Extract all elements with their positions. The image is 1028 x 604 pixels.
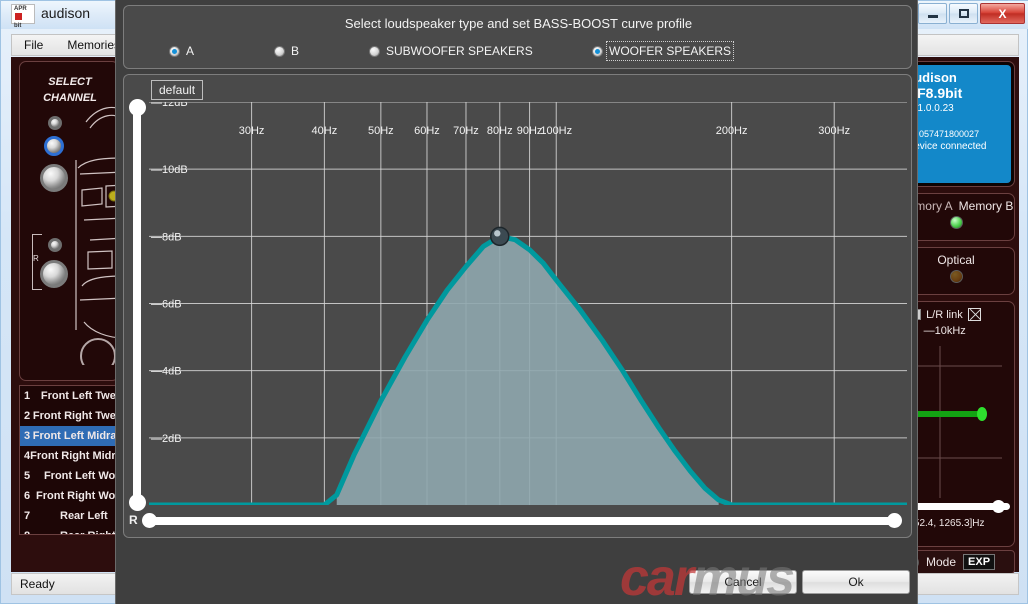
radio-option-b[interactable]: B — [274, 44, 299, 58]
channel-number: 2 — [24, 410, 31, 422]
gain-vertical-slider[interactable] — [128, 99, 148, 511]
exp-button[interactable]: EXP — [963, 554, 996, 570]
frequency-slider-track — [148, 517, 898, 525]
speaker-type-radio-group: A B SUBWOOFER SPEAKERS WOOFER SPEAKERS — [124, 41, 913, 66]
svg-text:80Hz: 80Hz — [487, 125, 513, 137]
frequency-slider-knob-left[interactable] — [142, 513, 157, 528]
svg-text:40Hz: 40Hz — [312, 125, 338, 137]
channel-number: 3 — [24, 430, 31, 442]
device-status: Device connected — [907, 141, 987, 152]
bass-boost-dialog: Select loudspeaker type and set BASS-BOO… — [115, 0, 918, 604]
cancel-button[interactable]: Cancel — [689, 570, 797, 594]
radio-icon[interactable] — [169, 45, 180, 57]
channel-knob-rear[interactable] — [48, 238, 62, 252]
maximize-button[interactable] — [949, 3, 978, 24]
radio-label: SUBWOOFER SPEAKERS — [386, 44, 533, 58]
gain-slider-knob-bottom[interactable] — [129, 494, 146, 511]
radio-label: B — [291, 44, 300, 58]
frequency-slider-label: R — [129, 513, 138, 527]
crossover-graph[interactable] — [902, 346, 1012, 498]
close-button[interactable]: X — [980, 3, 1025, 24]
default-button[interactable]: default — [151, 80, 204, 100]
channel-group-label: R — [33, 254, 39, 263]
channel-knob-midrange-selected[interactable] — [44, 136, 64, 156]
svg-text:30Hz: 30Hz — [239, 125, 265, 137]
frequency-horizontal-slider[interactable] — [142, 513, 904, 528]
curve-editor-panel: default —2dB —4dB —6dB —8dB —10dB —12dB 30Hz 40… — [123, 74, 912, 538]
window-title: audison — [41, 5, 91, 21]
svg-text:—8dB: —8dB — [151, 231, 182, 243]
bass-boost-chart[interactable]: —2dB —4dB —6dB —8dB —10dB —12dB 30Hz 40Hz 50Hz 60… — [149, 102, 907, 505]
window-controls: X — [918, 3, 1025, 24]
crossover-slider[interactable] — [904, 500, 1010, 513]
dialog-header: Select loudspeaker type and set BASS-BOO… — [123, 5, 912, 69]
crossover-slider-knob[interactable] — [992, 500, 1005, 513]
select-channel-line1: SELECT — [48, 76, 92, 88]
radio-icon[interactable] — [274, 45, 285, 57]
select-channel-panel: SELECT CHANNEL R — [19, 61, 125, 381]
channel-name: Rear Left — [60, 510, 108, 522]
radio-label: WOOFER SPEAKERS — [605, 41, 735, 61]
svg-text:—10dB: —10dB — [151, 164, 188, 176]
dialog-footer: Cancel Ok — [123, 570, 912, 596]
channel-number: 1 — [24, 390, 31, 402]
svg-text:200Hz: 200Hz — [716, 125, 748, 137]
svg-text:300Hz: 300Hz — [818, 125, 850, 137]
svg-text:100Hz: 100Hz — [540, 125, 572, 137]
memory-led-indicator — [949, 216, 963, 229]
channel-number: 5 — [24, 470, 31, 482]
gain-slider-track — [133, 105, 141, 503]
app-logo-icon: APR bit — [11, 4, 35, 29]
svg-text:—6dB: —6dB — [151, 299, 182, 311]
channel-number: 6 — [24, 490, 31, 502]
close-x-icon[interactable] — [967, 308, 981, 321]
frequency-slider-knob-right[interactable] — [887, 513, 902, 528]
channel-knob-tweeter[interactable] — [48, 116, 62, 130]
status-text: Ready — [20, 577, 55, 591]
radio-option-a[interactable]: A — [169, 44, 194, 58]
radio-icon[interactable] — [369, 45, 380, 57]
svg-text:—4dB: —4dB — [151, 366, 182, 378]
radio-option-subwoofer-speakers[interactable]: SUBWOOFER SPEAKERS — [369, 44, 533, 58]
memory-b-label[interactable]: Memory B — [959, 199, 1014, 213]
radio-icon[interactable] — [592, 45, 603, 57]
minimize-button[interactable] — [918, 3, 947, 24]
svg-text:—12dB: —12dB — [151, 102, 188, 109]
svg-text:—2dB: —2dB — [151, 433, 182, 445]
channel-knob-subwoofer[interactable] — [40, 260, 68, 288]
channel-number: 8 — [24, 530, 40, 534]
channel-number: 7 — [24, 510, 31, 522]
input-led-indicator — [949, 270, 963, 283]
device-model: AF8.9bit — [907, 85, 963, 101]
device-brand: audison — [907, 70, 957, 85]
svg-text:70Hz: 70Hz — [453, 125, 479, 137]
device-serial: sn 057471800027 — [907, 129, 980, 139]
mode-label: Mode — [926, 555, 957, 569]
channel-name: Rear Right — [60, 530, 116, 534]
svg-text:60Hz: 60Hz — [414, 125, 440, 137]
dialog-title: Select loudspeaker type and set BASS-BOO… — [344, 16, 693, 31]
channel-knob-woofer[interactable] — [40, 164, 68, 192]
xover-right-freq: 10kHz — [934, 325, 966, 337]
gain-slider-knob-top[interactable] — [129, 99, 146, 116]
svg-text:90Hz: 90Hz — [517, 125, 543, 137]
lr-link-label: L/R link — [926, 308, 963, 321]
ok-button[interactable]: Ok — [802, 570, 910, 594]
radio-option-woofer-speakers[interactable]: WOOFER SPEAKERS — [592, 41, 735, 61]
device-version: v: 1.0.0.23 — [907, 103, 954, 114]
radio-label: A — [186, 44, 195, 58]
chart-svg[interactable]: —2dB —4dB —6dB —8dB —10dB —12dB 30Hz 40Hz 50Hz 60… — [149, 102, 907, 505]
menu-item-file[interactable]: File — [12, 36, 55, 54]
svg-text:50Hz: 50Hz — [368, 125, 394, 137]
